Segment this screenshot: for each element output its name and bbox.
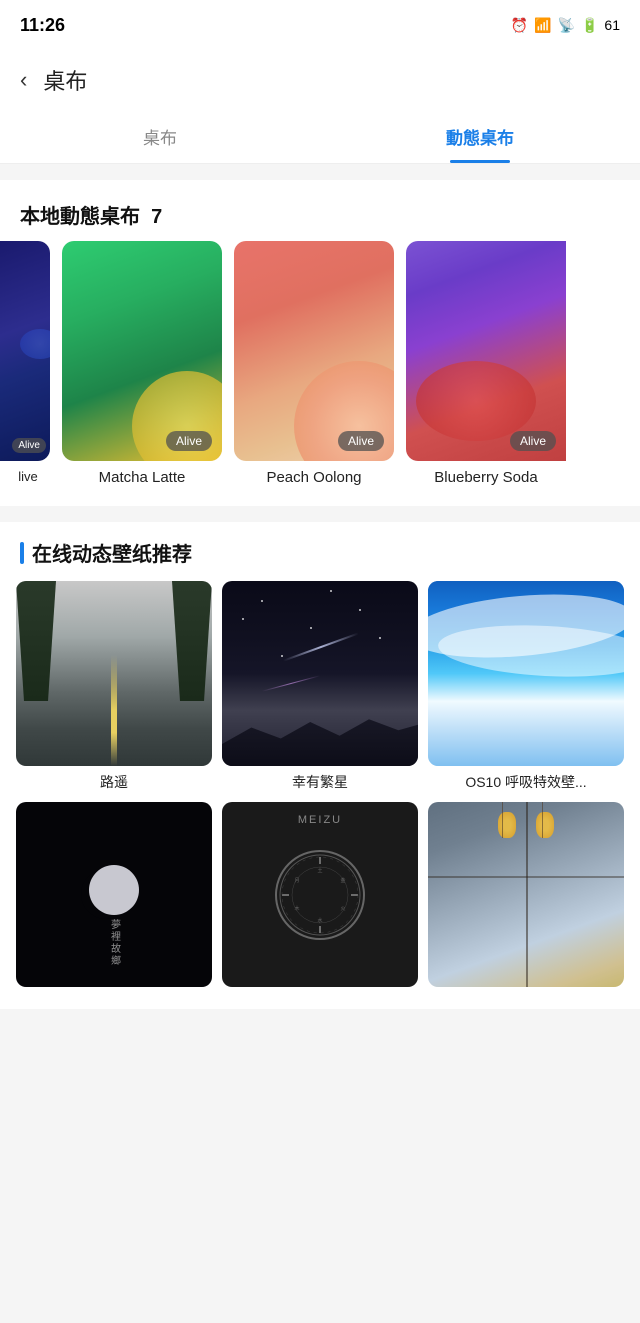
lantern-2 [536, 812, 554, 838]
moon-shape [89, 865, 139, 915]
page-header: ‹ 桌布 [0, 50, 640, 110]
online-label-os10: OS10 呼吸特效壁... [428, 772, 624, 792]
status-time: 11:26 [20, 15, 65, 36]
page-title: 桌布 [43, 64, 87, 96]
online-item-window[interactable] [428, 802, 624, 993]
online-item-clock[interactable]: MEIZU 土 [222, 802, 418, 993]
lantern-string-2 [542, 802, 543, 838]
local-section-header: 本地動態桌布 7 [0, 180, 640, 241]
online-item-stars[interactable]: 幸有繁星 [222, 581, 418, 792]
moon-text: 夢裡故鄉 [107, 919, 122, 967]
signal-icon: 📶 [534, 17, 551, 34]
back-button[interactable]: ‹ [20, 67, 27, 93]
svg-text:金: 金 [340, 877, 345, 884]
window-bar-h [428, 876, 624, 878]
status-bar: 11:26 ⏰ 📶 📡 🔋 61 [0, 0, 640, 50]
battery-level: 61 [604, 17, 620, 33]
online-item-moon[interactable]: 夢裡故鄉 [16, 802, 212, 993]
wallpaper-item-peach[interactable]: Alive Peach Oolong [228, 241, 400, 486]
tab-static[interactable]: 桌布 [0, 110, 320, 163]
battery-icon: 🔋 [581, 17, 598, 34]
online-label-road: 路遥 [16, 772, 212, 792]
svg-text:木: 木 [294, 905, 299, 912]
lantern-1 [498, 812, 516, 838]
wifi-icon: 📡 [558, 17, 575, 34]
svg-text:水: 水 [317, 917, 322, 924]
clock-face: 土 金 火 水 木 月 [275, 850, 365, 940]
alive-badge-2: Alive [338, 431, 384, 451]
lanterns [498, 812, 554, 838]
wallpaper-item-dark-blue[interactable]: Alive live [0, 241, 56, 486]
tab-bar: 桌布 動態桌布 [0, 110, 640, 164]
alarm-icon: ⏰ [511, 17, 528, 34]
online-wallpaper-grid: 路遥 幸有繁星 [0, 581, 640, 993]
wallpaper-label-matcha: Matcha Latte [99, 469, 186, 486]
online-label-stars: 幸有繁星 [222, 772, 418, 792]
online-wallpaper-section: 在线动态壁纸推荐 路遥 [0, 522, 640, 1009]
online-item-os10[interactable]: OS10 呼吸特效壁... [428, 581, 624, 792]
local-wallpaper-row: Alive live Alive Matcha Latte Alive Peac… [0, 241, 640, 506]
status-icons: ⏰ 📶 📡 🔋 61 [511, 17, 620, 34]
online-item-road[interactable]: 路遥 [16, 581, 212, 792]
lantern-string-1 [502, 802, 503, 838]
alive-badge-1: Alive [166, 431, 212, 451]
tab-dynamic[interactable]: 動態桌布 [320, 110, 640, 163]
wallpaper-label-blueberry: Blueberry Soda [434, 469, 537, 486]
meizu-text: MEIZU [298, 814, 342, 826]
alive-badge-0: Alive [12, 438, 46, 453]
local-wallpaper-section: 本地動態桌布 7 Alive live Alive Matcha Latte A… [0, 180, 640, 506]
wallpaper-label-0: live [18, 469, 38, 484]
svg-text:土: 土 [317, 867, 322, 874]
svg-text:月: 月 [294, 878, 299, 884]
svg-text:火: 火 [340, 906, 345, 912]
wallpaper-item-matcha[interactable]: Alive Matcha Latte [56, 241, 228, 486]
online-section-header: 在线动态壁纸推荐 [0, 522, 640, 581]
wallpaper-label-peach: Peach Oolong [266, 469, 361, 486]
clock-svg: 土 金 火 水 木 月 [277, 852, 363, 938]
alive-badge-3: Alive [510, 431, 556, 451]
wallpaper-item-blueberry[interactable]: Alive Blueberry Soda [400, 241, 572, 486]
